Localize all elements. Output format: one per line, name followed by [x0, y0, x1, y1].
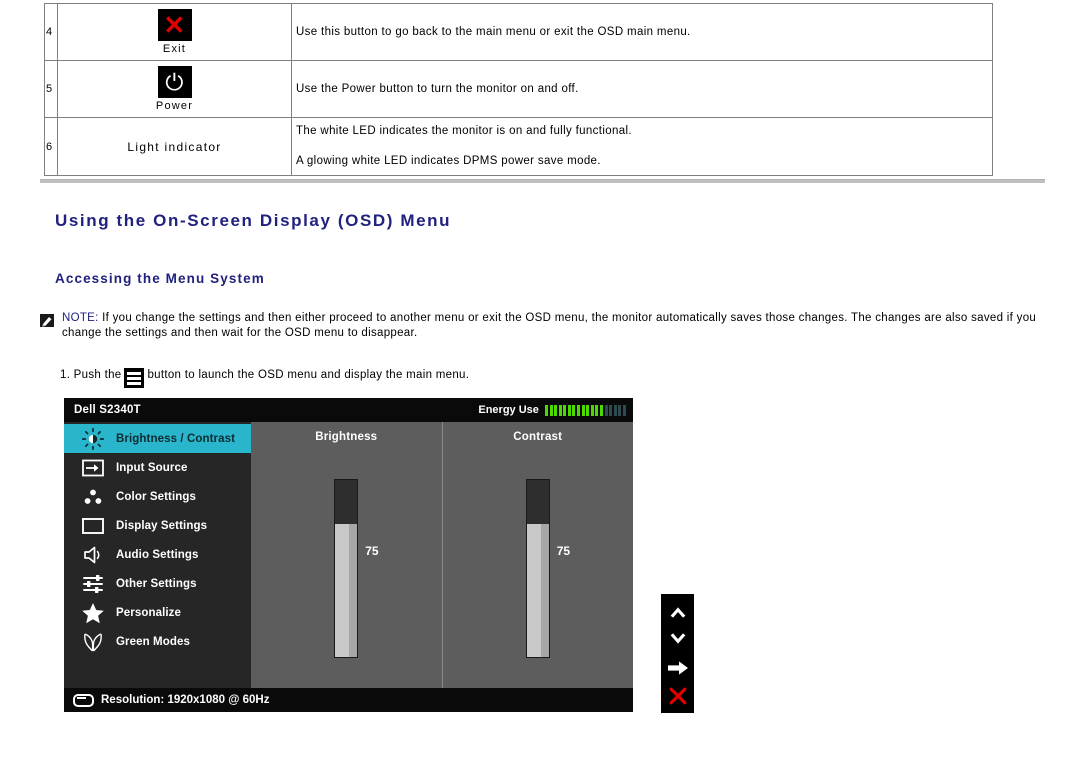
display-settings-icon	[76, 517, 110, 535]
sidebar-item-green-modes[interactable]: Green Modes	[64, 627, 251, 656]
row-icon-cell: ✕ Exit	[57, 3, 292, 61]
osd-header: Dell S2340T Energy Use	[64, 398, 633, 422]
sidebar-item-audio-settings[interactable]: Audio Settings	[64, 540, 251, 569]
sidebar-item-label: Green Modes	[116, 635, 190, 648]
description-line: A glowing white LED indicates DPMS power…	[296, 155, 601, 167]
icon-caption: Light indicator	[127, 139, 222, 154]
brightness-value: 75	[365, 544, 379, 558]
close-x-icon[interactable]	[665, 683, 691, 708]
row-icon-cell: ⏻ Power	[57, 60, 292, 118]
pane-title: Contrast	[513, 431, 563, 443]
down-chevron-icon[interactable]	[665, 627, 691, 652]
page-root: 4 ✕ Exit Use this button to go back to t…	[0, 0, 1080, 763]
description-line: Use this button to go back to the main m…	[296, 25, 691, 38]
sidebar-item-other-settings[interactable]: Other Settings	[64, 569, 251, 598]
osd-body: Brightness / Contrast Input Source Color…	[64, 422, 633, 688]
row-description: Use the Power button to turn the monitor…	[291, 60, 993, 118]
green-modes-leaf-icon	[76, 631, 110, 653]
contrast-slider[interactable]	[525, 479, 550, 658]
pane-title: Brightness	[315, 431, 378, 443]
table-row: 5 ⏻ Power Use the Power button to turn t…	[44, 60, 993, 118]
exit-x-icon: ✕	[157, 9, 192, 41]
sidebar-item-label: Personalize	[116, 606, 182, 619]
star-icon	[76, 602, 110, 624]
page-title: Using the On-Screen Display (OSD) Menu	[55, 211, 452, 230]
icon-caption: Exit	[162, 43, 187, 55]
brightness-pane: Brightness 75	[251, 422, 442, 688]
table-row: 4 ✕ Exit Use this button to go back to t…	[44, 3, 993, 61]
sidebar-item-label: Other Settings	[116, 577, 197, 590]
sidebar-item-label: Input Source	[116, 461, 188, 474]
sidebar-item-display-settings[interactable]: Display Settings	[64, 511, 251, 540]
note-pencil-icon	[40, 314, 54, 327]
color-settings-icon	[76, 487, 110, 507]
slider-fill	[335, 524, 358, 657]
display-connector-icon	[73, 693, 94, 707]
contrast-value: 75	[556, 544, 571, 558]
section-heading: Accessing the Menu System	[55, 271, 265, 286]
osd-nav-button-strip	[661, 594, 694, 713]
monitor-model-label: Dell S2340T	[74, 404, 141, 416]
resolution-label: Resolution: 1920x1080 @ 60Hz	[101, 694, 270, 706]
description-line: Use the Power button to turn the monitor…	[296, 82, 579, 95]
sidebar-item-color-settings[interactable]: Color Settings	[64, 482, 251, 511]
contrast-pane: Contrast 75	[441, 422, 634, 688]
sidebar-item-label: Audio Settings	[116, 548, 199, 561]
energy-use-indicator: Energy Use	[478, 404, 626, 416]
row-description: The white LED indicates the monitor is o…	[291, 117, 993, 176]
sidebar-item-label: Brightness / Contrast	[116, 432, 236, 445]
osd-footer: Resolution: 1920x1080 @ 60Hz	[64, 688, 633, 712]
step-suffix: button to launch the OSD menu and displa…	[147, 369, 470, 381]
row-number: 6	[44, 117, 58, 176]
note-text: NOTE: If you change the settings and the…	[62, 311, 1040, 341]
brightness-slider[interactable]	[334, 479, 359, 658]
osd-window: Dell S2340T Energy Use Brightness / Cont…	[64, 398, 633, 712]
icon-caption: Power	[155, 100, 194, 112]
power-glyph: ⏻	[165, 68, 184, 95]
row-icon-cell: Light indicator	[57, 117, 292, 176]
right-arrow-icon[interactable]	[665, 655, 691, 680]
sidebar-item-brightness-contrast[interactable]: Brightness / Contrast	[64, 424, 251, 453]
note-keyword: NOTE:	[62, 312, 99, 324]
brightness-icon	[76, 427, 110, 450]
slider-fill	[526, 524, 549, 657]
up-chevron-icon[interactable]	[665, 599, 691, 624]
row-number: 4	[44, 3, 58, 61]
section-divider	[40, 179, 1045, 183]
sidebar-item-label: Display Settings	[116, 519, 208, 532]
row-description: Use this button to go back to the main m…	[291, 3, 993, 61]
sidebar-item-label: Color Settings	[116, 490, 196, 503]
energy-use-meter	[544, 404, 626, 416]
menu-button-icon	[124, 368, 145, 388]
note-block: NOTE: If you change the settings and the…	[40, 311, 1040, 341]
button-description-table: 4 ✕ Exit Use this button to go back to t…	[44, 3, 993, 176]
sidebar-item-input-source[interactable]: Input Source	[64, 453, 251, 482]
exit-x-glyph: ✕	[163, 10, 186, 40]
note-body: If you change the settings and then eith…	[62, 312, 1037, 339]
description-line: The white LED indicates the monitor is o…	[296, 125, 632, 137]
step-instruction: 1. Push the button to launch the OSD men…	[60, 368, 470, 388]
other-settings-icon	[76, 574, 110, 594]
osd-sidebar-menu: Brightness / Contrast Input Source Color…	[64, 422, 251, 688]
input-source-icon	[76, 458, 110, 478]
table-row: 6 Light indicator The white LED indicate…	[44, 117, 993, 176]
power-icon: ⏻	[157, 66, 192, 98]
audio-settings-icon	[76, 545, 110, 565]
sidebar-item-personalize[interactable]: Personalize	[64, 598, 251, 627]
step-prefix: 1. Push the	[60, 369, 122, 381]
energy-use-label: Energy Use	[478, 404, 539, 416]
row-number: 5	[44, 60, 58, 118]
osd-content-panes: Brightness 75 Contrast 75	[251, 422, 633, 688]
